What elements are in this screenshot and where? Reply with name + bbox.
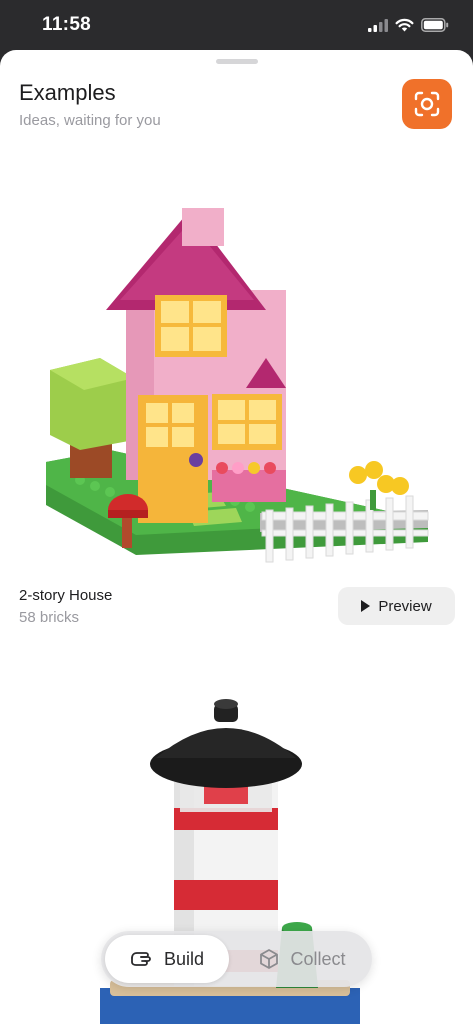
- page-title: Examples: [19, 80, 116, 105]
- scan-button[interactable]: [402, 79, 452, 129]
- sheet-grabber[interactable]: [216, 59, 258, 64]
- build-hand-icon: [131, 952, 151, 966]
- cellular-signal-icon: [368, 19, 388, 32]
- cube-icon: [260, 949, 279, 969]
- tab-bar: Build Collect: [101, 931, 372, 987]
- status-time: 11:58: [42, 14, 92, 35]
- tab-collect[interactable]: Collect: [237, 935, 367, 983]
- status-bar: 11:58: [0, 0, 473, 50]
- tab-collect-label: Collect: [290, 948, 346, 969]
- page-subtitle: Ideas, waiting for you: [19, 112, 161, 129]
- play-icon: [361, 600, 371, 612]
- battery-icon: [421, 18, 449, 32]
- lego-house-image[interactable]: [40, 150, 436, 570]
- tab-build[interactable]: Build: [105, 935, 229, 983]
- camera-scan-icon: [414, 91, 440, 117]
- preview-button[interactable]: Preview: [338, 587, 455, 625]
- examples-sheet: Examples Ideas, waiting for you 2-story …: [0, 50, 473, 1024]
- model-name: 2-story House: [19, 587, 113, 604]
- model-brick-count: 58 bricks: [19, 609, 80, 626]
- wifi-icon: [395, 18, 414, 32]
- status-icons: [368, 15, 449, 35]
- tab-build-label: Build: [163, 948, 205, 969]
- preview-label: Preview: [378, 597, 432, 615]
